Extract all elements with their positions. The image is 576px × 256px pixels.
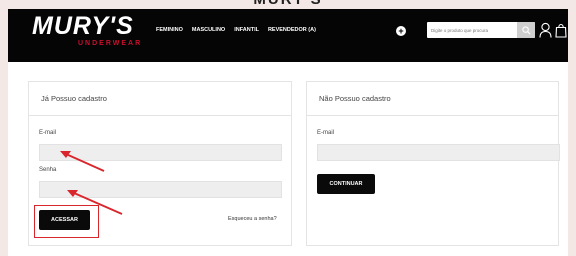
register-email-field[interactable] xyxy=(317,144,560,161)
forgot-password-link[interactable]: Esqueceu a senha? xyxy=(228,216,277,222)
logo-wordmark: MURY'S xyxy=(32,12,134,40)
login-panel-header: Já Possuo cadastro xyxy=(29,82,291,116)
search-bar xyxy=(427,22,535,38)
search-button[interactable] xyxy=(517,22,535,38)
top-caption: MURY'S xyxy=(0,0,576,8)
brand-logo[interactable]: MURY'S UNDERWEAR xyxy=(32,12,142,52)
site-header: MURY'S UNDERWEAR FEMININO MASCULINO INFA… xyxy=(8,9,568,62)
continue-button[interactable]: CONTINUAR xyxy=(317,174,375,194)
email-label: E-mail xyxy=(39,130,57,136)
logo-tagline: UNDERWEAR xyxy=(78,40,143,47)
user-icon[interactable] xyxy=(539,22,552,38)
search-input[interactable] xyxy=(431,25,511,35)
password-field[interactable] xyxy=(39,181,282,198)
main-nav: FEMININO MASCULINO INFANTIL REVENDEDOR (… xyxy=(156,27,316,33)
page-frame: MURY'S UNDERWEAR FEMININO MASCULINO INFA… xyxy=(8,9,568,256)
nav-item-masculino[interactable]: MASCULINO xyxy=(192,27,225,33)
register-panel: Não Possuo cadastro E-mail CONTINUAR xyxy=(306,81,560,246)
nav-item-revendedor[interactable]: REVENDEDOR (A) xyxy=(268,27,316,33)
login-panel-title: Já Possuo cadastro xyxy=(41,94,107,103)
email-field[interactable] xyxy=(39,144,282,161)
password-label: Senha xyxy=(39,167,57,173)
nav-item-infantil[interactable]: INFANTIL xyxy=(234,27,259,33)
search-icon xyxy=(521,25,531,35)
login-panel: Já Possuo cadastro E-mail Senha ACESSAR … xyxy=(28,81,292,246)
register-panel-title: Não Possuo cadastro xyxy=(319,94,391,103)
login-button[interactable]: ACESSAR xyxy=(39,210,90,230)
register-panel-header: Não Possuo cadastro xyxy=(307,82,558,116)
nav-item-feminino[interactable]: FEMININO xyxy=(156,27,183,33)
register-email-label: E-mail xyxy=(317,130,335,136)
plus-circle-icon[interactable]: + xyxy=(396,26,406,36)
shopping-bag-icon[interactable] xyxy=(555,22,567,38)
top-caption-partial: MURY'S xyxy=(0,0,576,9)
